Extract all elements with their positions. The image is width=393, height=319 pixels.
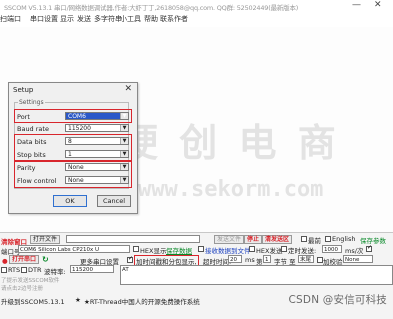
window-title: SSCOM V5.13.1 串口/网络数据调试器,作者:大虾丁丁,2618058…	[4, 4, 299, 12]
ok-button[interactable]: OK	[53, 195, 87, 207]
star-icon: ★	[75, 296, 81, 304]
menu-item-scan-port[interactable]: 扫端口	[0, 14, 21, 24]
english-checkbox[interactable]	[325, 236, 331, 242]
ad-text[interactable]: ★RT-Thread中国人的开源免费操作系统	[84, 296, 200, 306]
add-newline-checkbox[interactable]	[366, 244, 372, 252]
baud-rate-value: 115200	[68, 125, 91, 132]
hex-send-checkbox[interactable]	[249, 246, 255, 252]
interval-unit: ms/次	[345, 247, 364, 255]
interval-value: 1000	[324, 247, 338, 253]
open-port-button[interactable]: 打开串口	[9, 255, 40, 264]
upgrade-link[interactable]: 升级到SSCOM5.13.1	[1, 296, 65, 306]
end-value: 末尾	[300, 257, 312, 263]
port-number-value: COM6 Silicon Labs CP210x U	[20, 247, 100, 253]
refresh-icon[interactable]: ↻	[42, 255, 49, 264]
close-button[interactable]: ✕	[374, 0, 382, 10]
recv-to-file-label: 接收数据到文件	[205, 247, 251, 255]
menu-item-tools[interactable]: 小工具	[120, 14, 141, 24]
hint-line-1: 了提示发送SSCOM软件	[1, 278, 60, 284]
send-file-button[interactable]: 发送文件	[214, 235, 245, 244]
watermark-url: www.sekorm.com	[138, 177, 324, 202]
hex-send-label: HEX发送	[256, 247, 283, 255]
top-checkbox[interactable]	[301, 236, 307, 242]
title-bar: SSCOM V5.13.1 串口/网络数据调试器,作者:大虾丁丁,2618058…	[0, 0, 393, 13]
chevron-down-icon[interactable]: ▼	[120, 125, 128, 131]
dialog-title: Setup	[13, 86, 34, 94]
minimize-button[interactable]: —	[352, 0, 361, 10]
baud-select[interactable]: 115200	[70, 265, 114, 273]
clear-send-button[interactable]: 清发送区	[262, 235, 293, 244]
interval-input[interactable]: 1000	[322, 245, 342, 253]
byte-value: 1	[265, 257, 269, 263]
csdn-credit: CSDN @安信可科技	[288, 294, 387, 306]
timeout-value: 20	[230, 257, 237, 263]
watermark-brand: 硬 创 电 商	[120, 121, 340, 165]
english-label: English	[332, 235, 356, 243]
file-path-field[interactable]	[66, 235, 200, 243]
send-text-value: AT	[122, 267, 129, 273]
menu-item-multi-string[interactable]: 多字符串	[94, 14, 122, 24]
timeout-unit: ms	[245, 256, 255, 264]
timeout-input[interactable]: 20	[228, 255, 242, 263]
menu-item-send[interactable]: 发送	[77, 14, 91, 24]
end-select[interactable]: 末尾	[298, 255, 314, 263]
timed-send-label: 定时发送:	[288, 247, 317, 255]
byte-input[interactable]: 1	[263, 255, 271, 263]
menu-bar: 扫端口 串口设置 显示 发送 多字符串 小工具 帮助 联系作者	[0, 13, 393, 25]
hint-line-2: 请点击2边号注册	[1, 286, 43, 292]
baud-label: 波特率:	[44, 268, 66, 276]
baud-value: 115200	[72, 267, 93, 273]
timestamp-checkbox[interactable]	[127, 255, 133, 263]
hex-display-label: HEX显示	[140, 247, 167, 255]
highlight-data-stop-bits	[14, 134, 132, 161]
checksum-value: None	[345, 257, 360, 263]
dtr-label: DTR	[28, 266, 42, 274]
hex-display-checkbox[interactable]	[133, 246, 139, 252]
highlight-parity-flow	[14, 161, 132, 188]
dialog-close-icon[interactable]: ✕	[124, 84, 132, 94]
highlight-port	[14, 109, 132, 123]
send-text-area[interactable]: AT	[120, 265, 393, 285]
top-label: 最前	[308, 237, 321, 245]
menu-item-help[interactable]: 帮助	[144, 14, 158, 24]
menu-item-contact[interactable]: 联系作者	[160, 14, 188, 24]
rts-label: RTS	[8, 266, 21, 274]
settings-group-label: Settings	[19, 99, 44, 106]
rts-checkbox[interactable]	[1, 267, 7, 273]
stop-button[interactable]: 停止	[244, 235, 263, 244]
power-icon: ●	[2, 257, 8, 265]
dtr-checkbox[interactable]	[21, 267, 27, 273]
save-data-button[interactable]: 保存数据	[166, 245, 192, 255]
recv-to-file-checkbox[interactable]	[198, 246, 204, 252]
save-params-button[interactable]: 保存参数	[360, 235, 386, 245]
baud-rate-label: Baud rate	[17, 125, 49, 133]
open-file-button[interactable]: 打开文件	[30, 235, 61, 244]
timed-send-checkbox[interactable]	[281, 246, 287, 252]
cancel-button[interactable]: Cancel	[97, 195, 131, 207]
setup-dialog: Setup ✕ Settings Port COM6 ▼ Baud rate 11…	[8, 82, 138, 214]
baud-rate-select[interactable]: 115200 ▼	[65, 124, 129, 132]
checksum-select[interactable]: None	[343, 255, 373, 263]
port-number-select[interactable]: COM6 Silicon Labs CP210x U	[18, 245, 130, 253]
menu-item-display[interactable]: 显示	[60, 14, 74, 24]
menu-item-port-settings[interactable]: 串口设置	[30, 14, 58, 24]
